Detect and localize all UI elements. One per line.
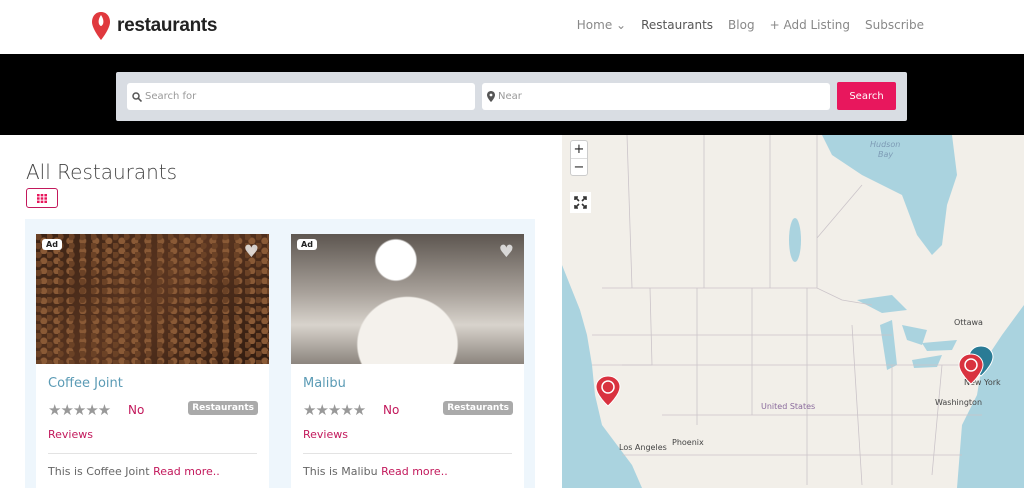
near-placeholder: Near <box>498 91 522 102</box>
divider <box>303 453 512 454</box>
search-input[interactable]: Search for <box>127 83 475 110</box>
search-form: Search for Near Search <box>116 72 907 121</box>
read-more-link[interactable]: Read more.. <box>381 465 448 478</box>
listing-title[interactable]: Malibu <box>303 376 346 391</box>
page-title: All Restaurants <box>26 160 178 184</box>
divider <box>48 453 257 454</box>
description-text: This is Coffee Joint <box>48 465 150 478</box>
heart-icon[interactable]: ♥ <box>499 242 514 262</box>
zoom-in-button[interactable]: + <box>571 141 587 159</box>
map-label-hudson: Hudson <box>870 140 901 149</box>
reviews-link[interactable]: Reviews <box>303 428 348 441</box>
search-button[interactable]: Search <box>837 82 896 110</box>
rating-text[interactable]: No <box>383 403 399 417</box>
expand-icon <box>574 196 587 209</box>
logo-text: restaurants <box>117 15 218 36</box>
listing-image[interactable] <box>36 234 269 364</box>
search-band: Search for Near Search <box>0 54 1024 135</box>
category-badge[interactable]: Restaurants <box>443 401 513 415</box>
ad-badge: Ad <box>297 239 317 250</box>
map-label-united-states: United States <box>761 402 816 411</box>
reviews-link[interactable]: Reviews <box>48 428 93 441</box>
zoom-out-button[interactable]: − <box>571 159 587 177</box>
rating-text[interactable]: No <box>128 403 144 417</box>
map-label-ottawa: Ottawa <box>954 318 983 327</box>
listing-description: This is Coffee Joint Read more.. <box>48 465 220 478</box>
nav-add-listing[interactable]: + Add Listing <box>770 18 850 32</box>
read-more-link[interactable]: Read more.. <box>153 465 220 478</box>
map[interactable]: + − Hudson Bay Ottawa New York Washingto… <box>562 135 1024 488</box>
listing-card[interactable]: Ad ♥ Malibu ★★★★★ No Restaurants Reviews… <box>291 234 524 494</box>
map-marker-restaurant[interactable] <box>958 353 984 385</box>
listing-title[interactable]: Coffee Joint <box>48 376 123 391</box>
map-marker-restaurant[interactable] <box>595 375 621 407</box>
near-input[interactable]: Near <box>482 83 830 110</box>
zoom-control: + − <box>570 140 588 176</box>
map-label-bay: Bay <box>878 150 894 159</box>
listing-card[interactable]: Ad ♥ Coffee Joint ★★★★★ No Restaurants R… <box>36 234 269 494</box>
chevron-down-icon: ⌄ <box>616 18 627 32</box>
star-rating: ★★★★★ <box>303 401 366 419</box>
description-text: This is Malibu <box>303 465 378 478</box>
listing-description: This is Malibu Read more.. <box>303 465 448 478</box>
header: restaurants Home ⌄ Restaurants Blog + Ad… <box>0 0 1024 54</box>
map-label-washington: Washington <box>935 398 983 407</box>
search-placeholder: Search for <box>145 91 197 102</box>
search-icon <box>132 91 142 102</box>
grid-view-button[interactable] <box>26 188 58 208</box>
nav-restaurants[interactable]: Restaurants <box>641 18 713 32</box>
logo[interactable]: restaurants <box>91 11 218 41</box>
category-badge[interactable]: Restaurants <box>188 401 258 415</box>
ad-badge: Ad <box>42 239 62 250</box>
map-tiles <box>562 135 1024 488</box>
logo-pin-icon <box>92 12 110 40</box>
main-nav: Home ⌄ Restaurants Blog + Add Listing Su… <box>577 18 924 32</box>
nav-blog[interactable]: Blog <box>728 18 755 32</box>
grid-icon <box>37 193 47 203</box>
map-label-los-angeles: Los Angeles <box>619 443 667 452</box>
nav-subscribe[interactable]: Subscribe <box>865 18 924 32</box>
nav-home[interactable]: Home ⌄ <box>577 18 626 32</box>
map-label-phoenix: Phoenix <box>672 438 704 447</box>
fullscreen-button[interactable] <box>570 192 591 213</box>
nav-home-label: Home <box>576 18 613 32</box>
location-pin-icon <box>487 91 495 102</box>
heart-icon[interactable]: ♥ <box>244 242 259 262</box>
star-rating: ★★★★★ <box>48 401 111 419</box>
listing-image[interactable] <box>291 234 524 364</box>
